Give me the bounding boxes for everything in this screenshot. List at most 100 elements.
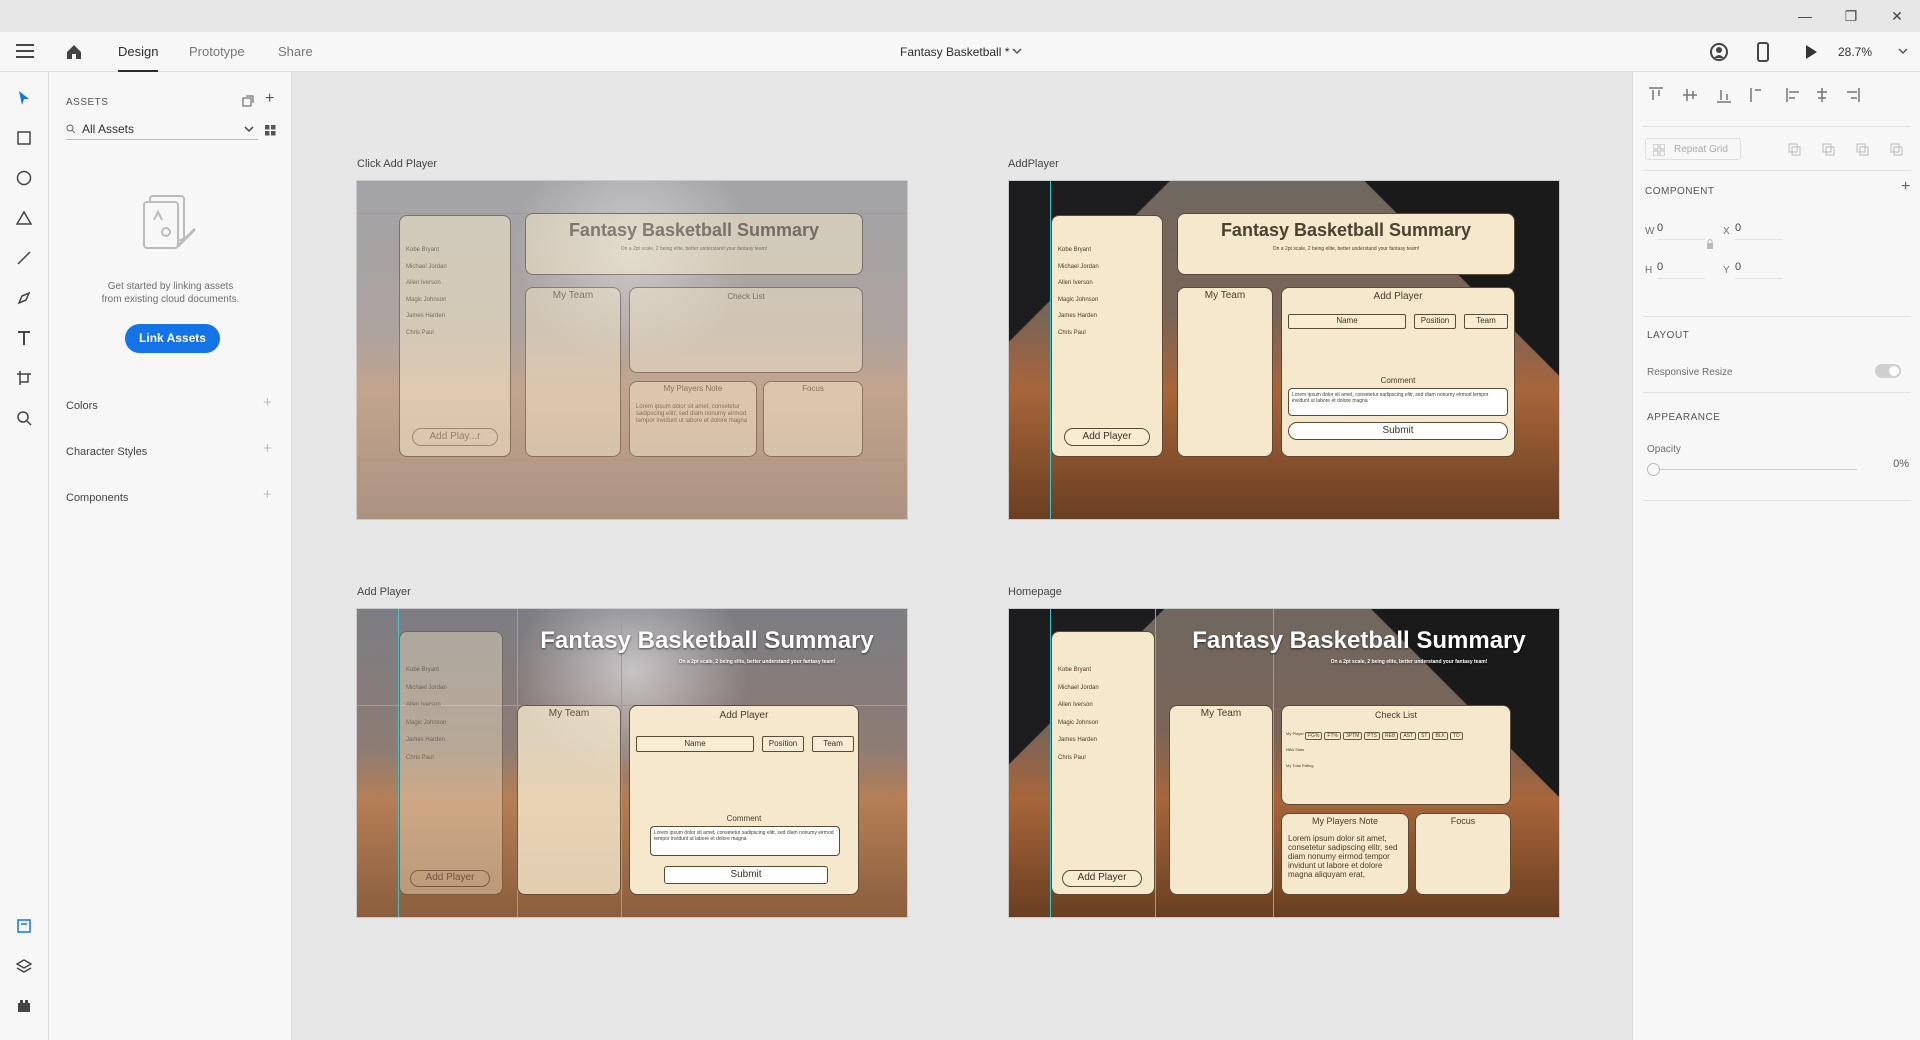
position-field[interactable]: Position [762,736,804,752]
tab-design[interactable]: Design [118,32,159,72]
play-icon[interactable] [1804,44,1818,60]
artboard-homepage[interactable]: Kobe Bryant Michael Jordan Allen Iverson… [1008,608,1560,918]
submit-button[interactable]: Submit [664,866,828,884]
ellipse-tool-icon[interactable] [10,164,38,192]
line-tool-icon[interactable] [10,244,38,272]
layers-panel-icon[interactable] [10,952,38,980]
character-styles-section[interactable]: Character Styles [66,446,147,458]
mock-title: Fantasy Basketball Summary [568,220,820,240]
width-input[interactable]: 0 [1657,222,1705,240]
add-player-button[interactable]: Add Player [410,870,490,887]
menu-bar: Design Prototype Share Fantasy Basketbal… [0,32,1920,72]
checklist-label: Check List [1374,710,1418,720]
design-canvas[interactable]: Click Add Player Kobe Bryant Michael Jor… [292,72,1632,1040]
assets-filter-dropdown[interactable]: All Assets [66,120,258,140]
open-library-icon[interactable] [242,95,254,107]
comment-textarea[interactable]: Lorem ipsum dolor sit amet, consetetur s… [1288,388,1508,416]
artboard-click-add-player[interactable]: Kobe Bryant Michael Jordan Allen Iverson… [356,180,908,520]
lock-aspect-icon[interactable] [1706,238,1714,250]
text-tool-icon[interactable] [10,324,38,352]
my-team-label: My Team [1200,708,1242,719]
my-team-panel: My Team [1177,287,1273,457]
divider [1643,392,1911,393]
components-section[interactable]: Components [66,492,128,504]
artboard-label-addplayer[interactable]: AddPlayer [1008,158,1059,170]
hamburger-menu-icon[interactable] [16,44,34,60]
opacity-value[interactable]: 0% [1873,458,1909,470]
my-team-panel: My Team [517,705,621,895]
user-icon[interactable] [1710,43,1728,61]
add-asset-icon[interactable]: + [265,90,274,108]
player-name: James Harden [406,313,446,319]
divider [1643,126,1911,127]
comment-textarea[interactable]: Lorem ipsum dolor sit amet, consetetur s… [650,826,840,856]
rectangle-tool-icon[interactable] [10,124,38,152]
artboard-tool-icon[interactable] [10,364,38,392]
plugins-panel-icon[interactable] [10,992,38,1020]
add-color-icon[interactable]: + [263,394,272,411]
minimize-button[interactable]: — [1790,6,1820,26]
player-list-panel: Kobe Bryant Michael Jordan Allen Iverson… [399,631,503,895]
home-icon[interactable] [65,43,83,61]
close-button[interactable]: ✕ [1882,6,1912,26]
document-title[interactable]: Fantasy Basketball * [900,32,1009,72]
submit-button[interactable]: Submit [1288,422,1508,440]
assets-panel-icon[interactable] [10,912,38,940]
artboard-label-homepage[interactable]: Homepage [1008,586,1062,598]
divider [1643,316,1911,317]
grid-view-icon[interactable] [265,125,276,136]
responsive-resize-toggle[interactable] [1875,364,1901,378]
players-note-label: My Players Note [663,384,723,393]
select-tool-icon[interactable] [10,84,38,112]
position-field[interactable]: Position [1414,314,1456,329]
opacity-slider-track[interactable] [1657,469,1857,470]
mock-subtitle: On a 2pt scale, 2 being elite, better un… [1272,246,1420,252]
my-team-panel: My Team [525,287,621,457]
player-name: Kobe Bryant [406,247,440,253]
title-bar: — ❐ ✕ [0,0,1920,32]
boolean-ops-icons[interactable] [1787,142,1907,156]
player-name: Kobe Bryant [406,667,440,673]
player-name: Michael Jordan [1058,684,1099,691]
add-player-button[interactable]: Add Player [1062,870,1142,887]
tab-prototype[interactable]: Prototype [189,32,245,72]
zoom-tool-icon[interactable] [10,404,38,432]
y-input[interactable]: 0 [1735,261,1783,279]
chevron-down-icon[interactable] [1012,48,1022,56]
team-field[interactable]: Team [812,736,854,752]
player-name: Kobe Bryant [1058,247,1092,253]
players-note-panel: My Players Note Lorem ipsum dolor sit am… [629,381,757,457]
polygon-tool-icon[interactable] [10,204,38,232]
name-field[interactable]: Name [1288,314,1406,329]
player-name: Michael Jordan [406,263,447,270]
opacity-slider-handle[interactable] [1647,463,1660,476]
x-input[interactable]: 0 [1735,222,1783,240]
link-assets-button[interactable]: Link Assets [125,324,220,353]
team-field[interactable]: Team [1464,314,1508,329]
add-character-style-icon[interactable]: + [263,440,272,457]
align-toolbar-icons[interactable] [1647,86,1877,104]
artboard-add-player[interactable]: Kobe Bryant Michael Jordan Allen Iverson… [356,608,908,918]
artboard-addplayer[interactable]: Kobe Bryant Michael Jordan Allen Iverson… [1008,180,1560,520]
responsive-resize-label: Responsive Resize [1647,367,1733,378]
add-player-button[interactable]: Add Player [1064,428,1150,446]
pen-tool-icon[interactable] [10,284,38,312]
zoom-chevron-icon[interactable] [1898,48,1908,56]
add-player-button[interactable]: Add Play...r [412,428,498,446]
restore-button[interactable]: ❐ [1836,6,1866,26]
colors-section[interactable]: Colors [66,400,98,412]
mobile-preview-icon[interactable] [1757,42,1769,62]
artboard-label-click-add-player[interactable]: Click Add Player [357,158,437,170]
height-input[interactable]: 0 [1657,261,1705,279]
artboard-label-add-player[interactable]: Add Player [357,586,411,598]
add-component-state-icon[interactable]: + [1901,178,1910,196]
name-field[interactable]: Name [636,736,754,752]
tab-share[interactable]: Share [278,32,313,72]
players-note-label: My Players Note [1311,816,1379,826]
player-list-panel: Kobe Bryant Michael Jordan Allen Iverson… [399,215,511,457]
player-list-panel: Kobe Bryant Michael Jordan Allen Iverson… [1051,631,1155,895]
zoom-level[interactable]: 28.7% [1838,32,1872,72]
add-component-icon[interactable]: + [263,486,272,503]
my-team-panel: My Team [1169,705,1273,895]
row-label: NBA Stats [1286,747,1305,752]
